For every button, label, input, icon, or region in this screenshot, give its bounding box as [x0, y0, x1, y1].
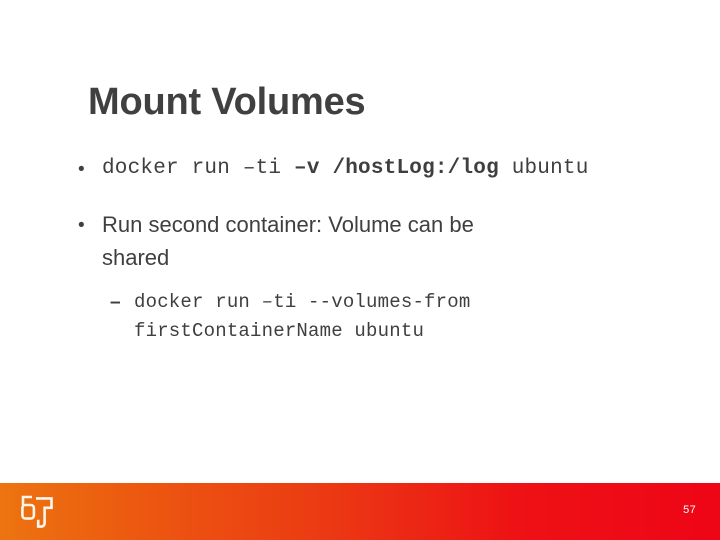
bullet-item-3-text: docker run –ti --volumes-from firstConta…: [134, 291, 471, 342]
bullet-1-seg-4: ubuntu: [498, 157, 589, 180]
bullet-item-3: – docker run –ti --volumes-from firstCon…: [110, 288, 658, 346]
bullet-marker-icon: •: [78, 215, 85, 236]
sub-bullet-marker-icon: –: [110, 292, 121, 313]
page-title: Mount Volumes: [88, 81, 366, 123]
slide-canvas: Mount Volumes • docker run –ti –v /hostL…: [0, 0, 720, 540]
bullet-1-seg-0: docker run –ti: [102, 157, 295, 180]
footer-bar: 57: [0, 483, 720, 540]
bullet-item-1-text: docker run –ti –v /hostLog:/log ubuntu: [102, 152, 589, 185]
page-number: 57: [683, 504, 696, 516]
bullet-1-seg-1: –v: [294, 157, 320, 180]
bullet-marker-icon: •: [78, 159, 85, 180]
bullet-1-seg-2: [320, 157, 333, 180]
bullet-item-2: • Run second container: Volume can be sh…: [78, 208, 658, 274]
bullet-item-2-text: Run second container: Volume can be shar…: [102, 212, 474, 270]
company-monogram-logo-icon: [21, 495, 53, 528]
slide-body: • docker run –ti –v /hostLog:/log ubuntu…: [78, 152, 658, 346]
bullet-item-1: • docker run –ti –v /hostLog:/log ubuntu: [78, 152, 658, 186]
bullet-1-seg-3: /hostLog:/log: [332, 157, 499, 180]
